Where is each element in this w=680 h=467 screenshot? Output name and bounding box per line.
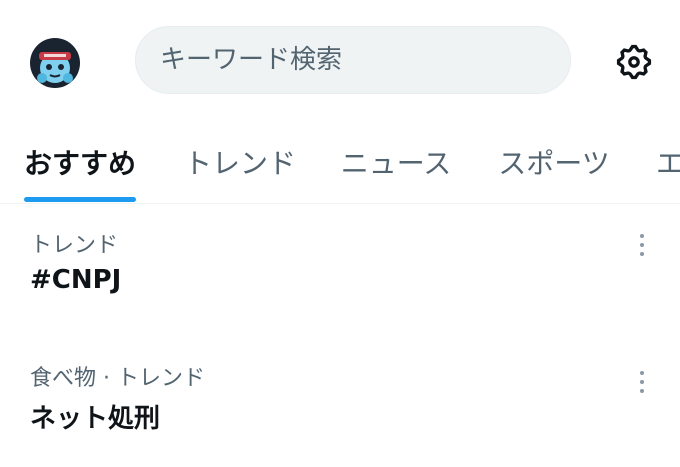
tab-news[interactable]: ニュース (340, 120, 452, 203)
trend-item[interactable]: 食べ物 · トレンド ネット処刑 (0, 330, 680, 440)
trend-context: トレンド (30, 233, 119, 258)
search-bar[interactable] (135, 26, 571, 94)
trend-name: #CNPJ (30, 265, 122, 295)
avatar-image (30, 38, 80, 88)
trend-name: ネット処刑 (30, 404, 161, 434)
more-options-icon[interactable] (628, 227, 656, 263)
tab-trending[interactable]: トレンド (184, 120, 296, 203)
header (0, 0, 680, 120)
active-tab-indicator (24, 197, 136, 202)
trend-context: 食べ物 · トレンド (30, 366, 205, 391)
tab-bar: おすすめ トレンド ニュース スポーツ エ (0, 120, 680, 204)
more-options-icon[interactable] (628, 364, 656, 400)
gear-icon (616, 44, 652, 80)
explore-page: おすすめ トレンド ニュース スポーツ エ トレンド #CNPJ 食べ物 · ト… (0, 0, 680, 467)
tab-recommended[interactable]: おすすめ (24, 120, 136, 203)
settings-button[interactable] (612, 40, 656, 84)
trend-item[interactable]: トレンド #CNPJ (0, 205, 680, 315)
tab-sports[interactable]: スポーツ (498, 120, 610, 203)
search-input[interactable] (160, 45, 540, 75)
tab-entertainment[interactable]: エ (656, 120, 680, 203)
avatar[interactable] (30, 38, 80, 88)
